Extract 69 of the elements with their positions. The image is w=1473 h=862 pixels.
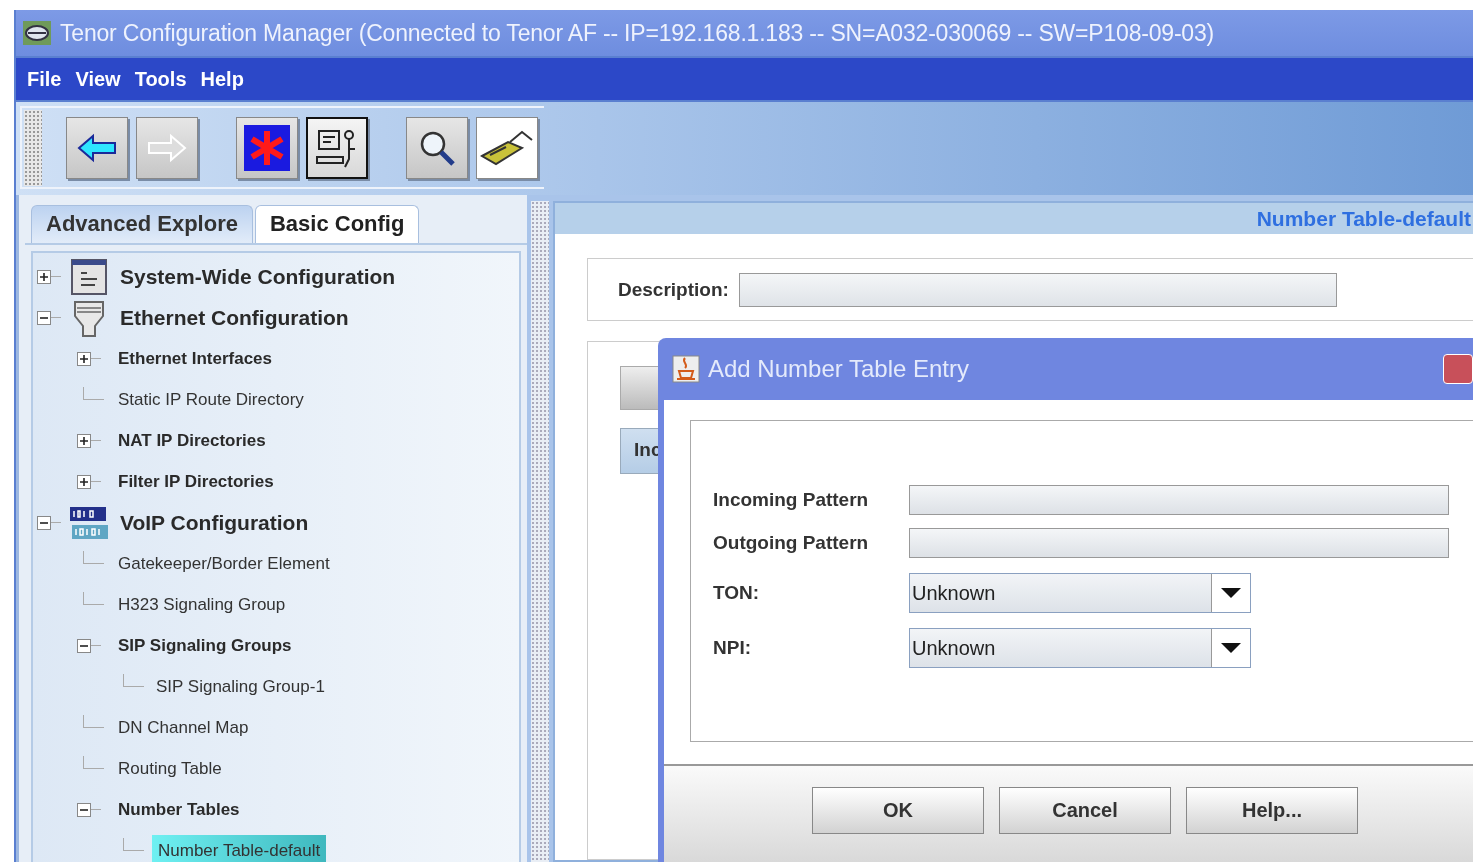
tree-item[interactable]: Filter IP Directories <box>114 468 278 495</box>
panel-title: Number Table-default <box>1256 206 1471 231</box>
collapse-toggle-icon[interactable] <box>37 310 51 325</box>
caret-icon <box>1221 588 1241 598</box>
text-field[interactable] <box>909 485 1449 515</box>
tree-item[interactable]: DN Channel Map <box>114 714 253 741</box>
field-label: TON: <box>713 582 761 604</box>
tree-item[interactable]: Static IP Route Directory <box>114 386 308 413</box>
expand-toggle-icon[interactable] <box>37 269 51 284</box>
dialog-title: Add Number Table Entry <box>708 355 970 383</box>
dropdown[interactable]: Unknown <box>909 573 1251 613</box>
tree-item[interactable]: SIP Signaling Groups <box>114 632 296 659</box>
caret-icon <box>1221 643 1241 653</box>
dropdown[interactable]: Unknown <box>909 628 1251 668</box>
tree-line <box>83 387 104 400</box>
dialog-button[interactable]: OK <box>812 787 984 834</box>
menu-item[interactable]: View <box>68 63 128 95</box>
panel-tab[interactable]: Advanced Explore <box>31 205 253 243</box>
tree-item[interactable]: Routing Table <box>114 755 226 782</box>
text-field[interactable] <box>909 528 1449 558</box>
back-arrow-icon <box>77 132 117 163</box>
tree-line <box>83 756 104 769</box>
expand-toggle-icon[interactable] <box>77 351 91 366</box>
collapse-toggle-icon[interactable] <box>77 802 91 817</box>
expand-toggle-icon[interactable] <box>77 433 91 448</box>
tree-line <box>83 715 104 728</box>
device-button[interactable] <box>476 116 538 179</box>
description-field[interactable] <box>738 272 1337 307</box>
field-label: Description: <box>618 278 729 301</box>
toolbar-grip[interactable] <box>24 109 42 186</box>
menu-item[interactable]: File <box>20 63 69 95</box>
collapse-toggle-icon[interactable] <box>77 638 91 653</box>
tree-item[interactable]: Gatekeeper/Border Element <box>114 550 334 577</box>
app-icon <box>22 20 52 46</box>
tree-item[interactable]: Ethernet Interfaces <box>114 345 276 372</box>
tree-line <box>123 674 144 687</box>
splitter-handle[interactable] <box>531 201 549 862</box>
forward-button[interactable] <box>136 116 198 179</box>
tree-item[interactable]: System-Wide Configuration <box>116 261 400 292</box>
tree-line <box>83 551 104 564</box>
menu-item[interactable]: Tools <box>127 63 194 95</box>
tree-item[interactable]: SIP Signaling Group-1 <box>152 673 329 700</box>
terminal-button[interactable] <box>306 116 368 179</box>
tree-item[interactable]: Ethernet Configuration <box>116 302 353 333</box>
collapse-toggle-icon[interactable] <box>37 515 51 530</box>
panel-tab[interactable]: Basic Config <box>254 205 420 243</box>
tree-item[interactable]: VoIP Configuration <box>116 507 313 538</box>
coffee-cup-icon <box>672 355 700 383</box>
tree-item[interactable]: Number Table-default <box>152 834 327 862</box>
tree-line <box>123 838 144 851</box>
back-button[interactable] <box>66 116 128 179</box>
window-title: Tenor Configuration Manager (Connected to Tenor AF -- IP=192.168.1.183 -- SN=A032-030069 -- SW=P108-09-03) <box>60 19 1214 47</box>
expand-toggle-icon[interactable] <box>77 474 91 489</box>
search-button[interactable] <box>406 116 468 179</box>
dialog-button[interactable]: Help... <box>1186 787 1358 834</box>
tree-item[interactable]: Number Tables <box>114 796 244 823</box>
asterisk-icon <box>244 124 290 171</box>
field-label: Incoming Pattern <box>713 489 870 511</box>
tree-line <box>83 592 104 605</box>
menu-item[interactable]: Help <box>193 63 251 95</box>
dialog-button[interactable]: Cancel <box>999 787 1171 834</box>
forward-arrow-icon <box>147 132 187 163</box>
tree-item[interactable]: NAT IP Directories <box>114 427 270 454</box>
window-icon <box>69 256 109 297</box>
field-label: Outgoing Pattern <box>713 532 870 554</box>
tree-item[interactable]: H323 Signaling Group <box>114 591 290 618</box>
field-label: NPI: <box>713 637 752 659</box>
close-button[interactable] <box>1443 354 1473 384</box>
reset-button[interactable] <box>236 116 298 179</box>
